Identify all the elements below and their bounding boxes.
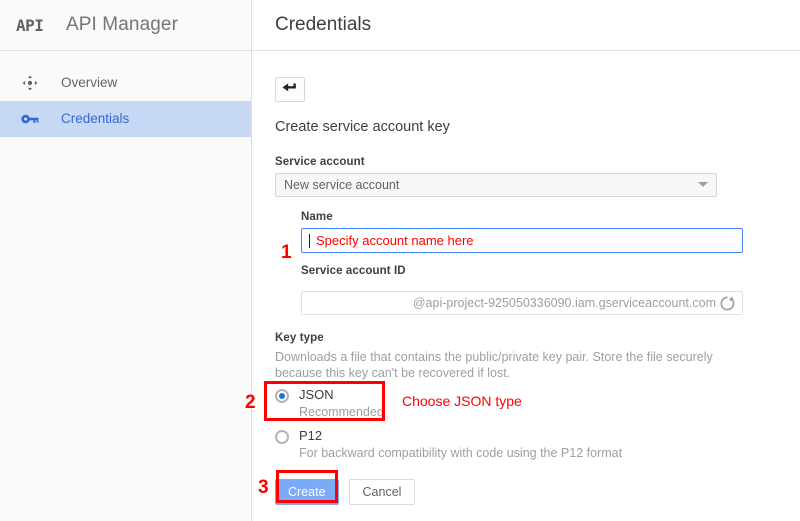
main-content: Create service account key Service accou… [252, 51, 800, 505]
main-header: Credentials [252, 0, 800, 51]
page-title: Credentials [275, 14, 372, 35]
service-account-id-row: @api-project-925050336090.iam.gserviceac… [301, 291, 800, 315]
create-key-form: Service account New service account Name… [275, 156, 800, 505]
brand-title: API Manager [66, 14, 178, 35]
api-manager-window: API API Manager Overview Credentials Cre… [0, 0, 800, 521]
sidebar: API API Manager Overview Credentials [0, 0, 252, 521]
sidebar-item-credentials[interactable]: Credentials [0, 101, 251, 137]
key-type-block: Key type Downloads a file that contains … [275, 332, 800, 462]
api-logo-icon: API [16, 15, 44, 35]
form-actions: Create Cancel [275, 478, 800, 505]
key-type-description: Downloads a file that contains the publi… [275, 350, 713, 380]
radio-json-label: JSON [299, 387, 334, 402]
sidebar-item-label: Overview [61, 75, 118, 91]
key-type-option-p12[interactable]: P12 For backward compatibility with code… [275, 428, 800, 462]
service-account-label: Service account [275, 156, 365, 168]
service-account-id-value: @api-project-925050336090.iam.gserviceac… [412, 296, 716, 310]
key-icon [18, 110, 42, 128]
create-button[interactable]: Create [275, 478, 339, 505]
sidebar-nav: Overview Credentials [0, 51, 251, 137]
refresh-icon[interactable] [719, 295, 736, 312]
name-input-value: Specify account name here [316, 233, 474, 248]
name-input[interactable]: Specify account name here [301, 228, 743, 253]
radio-p12-icon[interactable] [275, 429, 289, 444]
sidebar-item-overview[interactable]: Overview [0, 65, 251, 101]
service-account-id-label: Service account ID [301, 265, 406, 277]
radio-p12-sublabel: For backward compatibility with code usi… [299, 446, 623, 461]
move-arrows-icon [18, 74, 42, 92]
service-account-select-wrap: New service account [275, 173, 717, 197]
service-account-id-input[interactable]: @api-project-925050336090.iam.gserviceac… [301, 291, 743, 315]
key-type-radio-group: JSON Recommended P12 For backward compat… [275, 387, 800, 462]
radio-json-sublabel: Recommended [299, 405, 384, 420]
chevron-down-icon[interactable] [698, 182, 708, 187]
radio-p12-label: P12 [299, 427, 323, 443]
back-arrow-icon [282, 81, 298, 99]
cancel-button[interactable]: Cancel [348, 478, 416, 505]
name-row: Name Specify account name here [301, 211, 800, 253]
back-button[interactable] [275, 77, 305, 102]
section-title: Create service account key [275, 119, 450, 135]
radio-json-icon[interactable] [275, 389, 289, 403]
radio-json-texts: JSON Recommended [299, 387, 384, 421]
key-type-option-json[interactable]: JSON Recommended [275, 387, 800, 421]
name-field-group: Name Specify account name here Service a… [301, 211, 800, 315]
service-account-selected-value: New service account [284, 178, 400, 192]
key-type-label: Key type [275, 332, 324, 344]
sidebar-item-label: Credentials [61, 111, 130, 127]
radio-p12-texts: P12 For backward compatibility with code… [299, 428, 622, 462]
brand-header: API API Manager [0, 0, 251, 51]
name-label: Name [301, 211, 333, 223]
text-caret [309, 233, 310, 248]
service-account-select[interactable]: New service account [275, 173, 717, 197]
main-panel: Credentials Create service account key S… [252, 0, 800, 521]
